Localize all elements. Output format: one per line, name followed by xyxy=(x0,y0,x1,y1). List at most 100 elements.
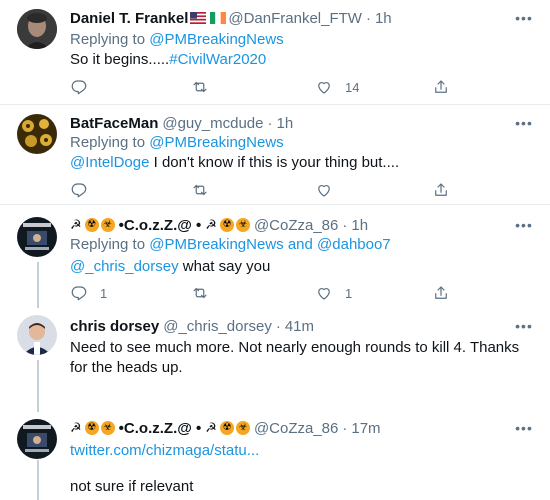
retweet-button[interactable] xyxy=(191,180,221,200)
url-link[interactable]: twitter.com/chizmaga/statu... xyxy=(70,442,259,459)
more-options-icon[interactable]: ••• xyxy=(514,8,534,28)
timestamp[interactable]: 1h xyxy=(351,217,368,234)
more-options-icon[interactable]: ••• xyxy=(514,215,534,235)
avatar-photo xyxy=(17,9,57,49)
timestamp[interactable]: 41m xyxy=(285,318,314,335)
reply-count: 1 xyxy=(100,285,108,301)
avatar-daniel[interactable] xyxy=(17,9,57,49)
hammer-sickle-icon: ☭ xyxy=(70,420,82,435)
separator-dot: · xyxy=(275,317,281,335)
retweet-icon xyxy=(193,184,207,196)
avatar-batfaceman[interactable] xyxy=(17,114,57,154)
tweet-4[interactable]: chris dorsey @_chris_dorsey · 41m ••• Ne… xyxy=(0,305,550,405)
tweet-2[interactable]: BatFaceMan @guy_mcdude · 1h ••• Replying… xyxy=(0,105,550,205)
avatar-cozza[interactable] xyxy=(17,419,57,459)
retweet-icon xyxy=(193,81,207,93)
like-button[interactable]: 14 xyxy=(315,77,359,97)
handle[interactable]: @_chris_dorsey xyxy=(163,318,272,335)
avatar-photo xyxy=(17,419,57,459)
tweet-text: twitter.com/chizmaga/statu... xyxy=(70,441,259,461)
reply-button[interactable]: 1 xyxy=(70,283,107,303)
tweet-text: So it begins.....#CivilWar2020 xyxy=(70,50,266,70)
mention-link[interactable]: @_chris_dorsey xyxy=(70,258,179,275)
more-options-icon[interactable]: ••• xyxy=(514,316,534,336)
avatar-chris-dorsey[interactable] xyxy=(17,315,57,355)
heart-icon xyxy=(318,82,330,94)
avatar-cozza[interactable] xyxy=(17,217,57,257)
biohazard-icon: ☣ xyxy=(235,218,250,232)
separator-dot: · xyxy=(267,114,273,132)
replying-prefix: Replying to xyxy=(70,134,146,151)
separator-dot: · xyxy=(342,419,348,437)
retweet-button[interactable] xyxy=(191,77,221,97)
retweet-button[interactable] xyxy=(191,283,221,303)
replying-to: Replying to @PMBreakingNews and @dahboo7 xyxy=(70,235,391,255)
thread-line xyxy=(37,262,39,308)
display-name[interactable]: chris dorsey xyxy=(70,318,159,335)
heart-icon xyxy=(318,185,330,197)
tweet-5[interactable]: ☭ ☢ ☣ •C.o.z.Z.@ • ☭ ☢ ☣ @CoZza_86 · 17m… xyxy=(0,405,550,500)
hammer-sickle-icon: ☭ xyxy=(70,217,82,232)
display-name[interactable]: •C.o.z.Z.@ • xyxy=(119,217,202,234)
reply-mention-link-2[interactable]: @dahboo7 xyxy=(317,236,391,253)
display-name[interactable]: Daniel T. Frankel xyxy=(70,10,188,27)
radioactive-icon: ☢ xyxy=(219,421,234,435)
share-button[interactable] xyxy=(432,283,450,303)
timestamp[interactable]: 1h xyxy=(276,115,293,132)
share-icon xyxy=(435,286,447,299)
avatar-photo xyxy=(17,315,57,355)
reply-icon xyxy=(71,286,87,301)
display-name[interactable]: •C.o.z.Z.@ • xyxy=(119,420,202,437)
tweet-text: @_chris_dorsey what say you xyxy=(70,257,270,277)
reply-mention-link[interactable]: @PMBreakingNews xyxy=(149,236,283,253)
tweet-body: not sure if relevant xyxy=(70,478,194,495)
hammer-sickle-icon: ☭ xyxy=(205,217,217,232)
us-flag-icon xyxy=(190,12,207,24)
tweet-text-line-1: Need to see much more. Not nearly enough… xyxy=(70,339,520,356)
more-options-icon[interactable]: ••• xyxy=(514,418,534,438)
replying-to: Replying to @PMBreakingNews xyxy=(70,30,284,50)
tweet-1[interactable]: Daniel T. Frankel @DanFrankel_FTW · 1h •… xyxy=(0,0,550,105)
handle[interactable]: @DanFrankel_FTW xyxy=(228,10,362,27)
tweet-text: @IntelDoge I don't know if this is your … xyxy=(70,153,399,173)
mention-link[interactable]: @IntelDoge xyxy=(70,154,149,171)
tweet-body: So it begins..... xyxy=(70,51,170,68)
reply-mention-link[interactable]: @PMBreakingNews xyxy=(149,31,283,48)
reply-mention-link[interactable]: @PMBreakingNews xyxy=(149,134,283,151)
timestamp[interactable]: 17m xyxy=(351,420,380,437)
retweet-icon xyxy=(193,287,207,299)
handle[interactable]: @CoZza_86 xyxy=(254,217,338,234)
reply-button[interactable] xyxy=(70,77,100,97)
replying-and: and xyxy=(283,236,318,253)
radioactive-icon: ☢ xyxy=(84,421,99,435)
tweet-body: what say you xyxy=(178,258,271,275)
radioactive-icon: ☢ xyxy=(84,218,99,232)
hammer-sickle-icon: ☭ xyxy=(205,420,217,435)
share-button[interactable] xyxy=(432,180,450,200)
timestamp[interactable]: 1h xyxy=(375,10,392,27)
reply-button[interactable] xyxy=(70,180,100,200)
replying-prefix: Replying to xyxy=(70,236,146,253)
separator-dot: · xyxy=(342,216,348,234)
reply-icon xyxy=(71,183,87,198)
more-options-icon[interactable]: ••• xyxy=(514,113,534,133)
like-button[interactable]: 1 xyxy=(315,283,352,303)
hashtag-link[interactable]: #CivilWar2020 xyxy=(169,51,266,68)
handle[interactable]: @CoZza_86 xyxy=(254,420,338,437)
share-icon xyxy=(435,80,447,93)
share-button[interactable] xyxy=(432,77,450,97)
tweet-3[interactable]: ☭ ☢ ☣ •C.o.z.Z.@ • ☭ ☢ ☣ @CoZza_86 · 1h … xyxy=(0,205,550,305)
like-count: 14 xyxy=(345,79,360,95)
avatar-photo xyxy=(17,114,57,154)
tweet-body: I don't know if this is your thing but..… xyxy=(149,154,400,171)
thread-line xyxy=(37,460,39,500)
biohazard-icon: ☣ xyxy=(100,421,115,435)
like-button[interactable] xyxy=(315,180,345,200)
ireland-flag-icon xyxy=(210,12,227,24)
display-name[interactable]: BatFaceMan xyxy=(70,115,158,132)
replying-prefix: Replying to xyxy=(70,31,146,48)
tweet-text-line-2: for the heads up. xyxy=(70,359,183,376)
biohazard-icon: ☣ xyxy=(100,218,115,232)
handle[interactable]: @guy_mcdude xyxy=(162,115,263,132)
share-icon xyxy=(435,183,447,196)
